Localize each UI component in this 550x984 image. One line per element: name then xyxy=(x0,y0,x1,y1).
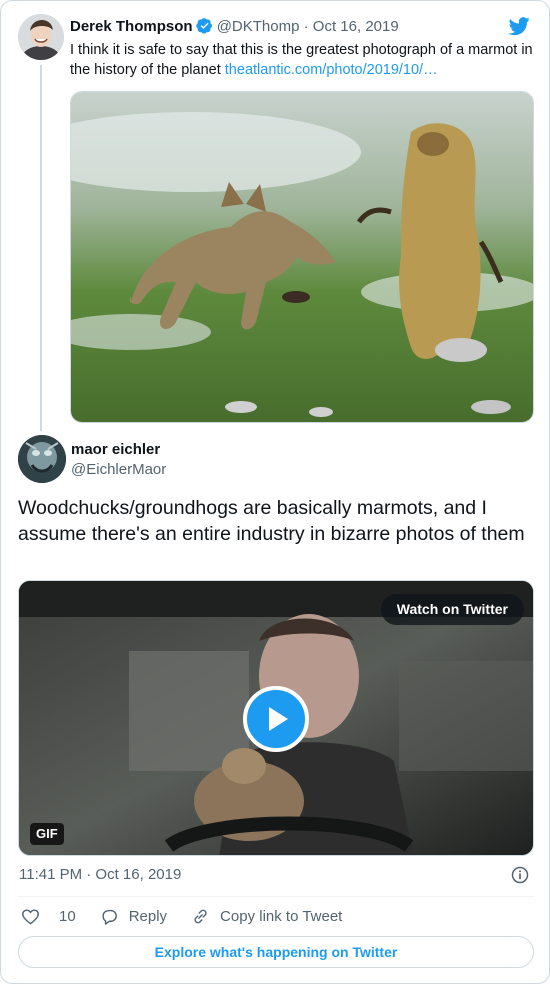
thread-line xyxy=(40,65,42,431)
author-handle[interactable]: @EichlerMaor xyxy=(71,460,166,480)
tweet-timestamp[interactable]: 11:41 PM · Oct 16, 2019 xyxy=(19,865,181,885)
author-name[interactable]: maor eichler xyxy=(71,440,160,460)
link-icon xyxy=(194,909,207,923)
tweet-text: Woodchucks/groundhogs are basically marm… xyxy=(18,497,525,545)
reply-button[interactable]: Reply xyxy=(100,907,167,926)
marmot-photo[interactable] xyxy=(70,91,534,423)
embedded-tweet-card: Derek Thompson @DKThomp · Oct 16, 2019 I… xyxy=(0,0,550,984)
parent-link[interactable]: theatlantic.com/photo/2019/10/… xyxy=(225,62,438,78)
like-button[interactable]: 10 xyxy=(21,907,76,926)
gif-media[interactable]: Watch on Twitter GIF xyxy=(18,580,534,856)
reply-icon xyxy=(102,909,117,925)
parent-author-name[interactable]: Derek Thompson xyxy=(70,18,193,35)
verified-badge-icon xyxy=(195,18,212,34)
author-avatar[interactable] xyxy=(18,435,66,483)
gif-badge: GIF xyxy=(30,823,64,845)
parent-tweet-text: I think it is safe to say that this is t… xyxy=(70,40,536,80)
play-button[interactable] xyxy=(243,686,309,752)
parent-date[interactable]: Oct 16, 2019 xyxy=(313,18,399,35)
parent-avatar[interactable] xyxy=(18,14,64,60)
twitter-bird-icon[interactable] xyxy=(507,15,531,37)
explore-twitter-button[interactable]: Explore what's happening on Twitter xyxy=(18,936,534,968)
tweet-actions: 10 Reply Copy link to Tweet xyxy=(21,905,366,927)
parent-tweet-header: Derek Thompson @DKThomp · Oct 16, 2019 xyxy=(70,17,399,36)
separator-dot: · xyxy=(303,18,309,35)
reply-label: Reply xyxy=(128,907,168,925)
copy-link-button[interactable]: Copy link to Tweet xyxy=(191,907,342,926)
info-icon[interactable] xyxy=(510,865,530,885)
watch-on-twitter-button[interactable]: Watch on Twitter xyxy=(380,594,524,625)
parent-author-handle[interactable]: @DKThomp xyxy=(217,18,300,35)
heart-icon xyxy=(22,908,39,924)
like-count: 10 xyxy=(59,907,76,925)
copy-link-label: Copy link to Tweet xyxy=(220,907,343,925)
divider xyxy=(18,896,534,897)
play-icon xyxy=(269,707,288,731)
